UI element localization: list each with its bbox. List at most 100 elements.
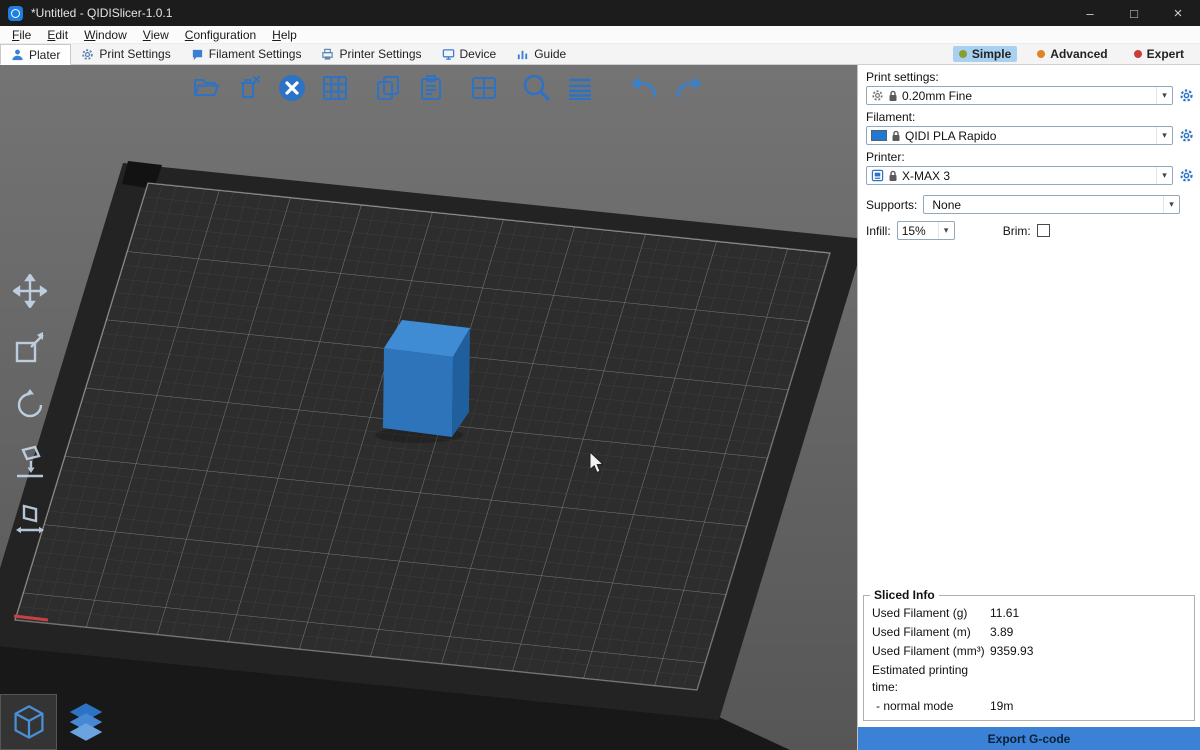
chevron-down-icon: ▾ [1163,196,1179,213]
sliced-info-row: Used Filament (mm³) 9359.93 [864,642,1194,661]
measure-tool-button[interactable] [8,497,52,541]
chevron-down-icon: ▾ [1156,87,1172,104]
filament-combo[interactable]: QIDI PLA Rapido ▾ [866,126,1173,145]
model-cube[interactable] [383,320,470,437]
edit-print-settings-button[interactable] [1179,88,1194,103]
plater-toolbar [188,70,706,106]
tab-device-label: Device [460,47,497,61]
printer-label: Printer: [866,150,1192,164]
supports-combo[interactable]: None ▾ [923,195,1180,214]
sliced-info-row: Used Filament (m) 3.89 [864,623,1194,642]
delete-icon [235,74,263,102]
split-icon [470,74,498,102]
delete-all-icon [277,73,307,103]
guide-bars-icon [516,48,529,61]
tab-bar: Plater Print Settings Filament Settings … [0,44,1200,65]
menu-view[interactable]: View [135,26,177,43]
printer-combo[interactable]: X-MAX 3 ▾ [866,166,1173,185]
infill-combo[interactable]: 15% ▾ [897,221,955,240]
gear-icon [81,48,94,61]
editor-view-icon [11,703,47,741]
brim-label: Brim: [1003,224,1031,238]
print-settings-combo[interactable]: 0.20mm Fine ▾ [866,86,1173,105]
lock-icon [891,130,901,142]
close-button[interactable]: × [1156,0,1200,26]
plater-person-icon [11,48,24,61]
print-settings-label: Print settings: [866,70,1192,84]
tab-print-settings-label: Print Settings [99,47,170,61]
mode-expert[interactable]: Expert [1128,46,1190,62]
app-logo-icon [8,6,23,21]
brim-checkbox[interactable] [1037,224,1050,237]
editor-view-button[interactable] [0,694,57,750]
tab-print-settings[interactable]: Print Settings [71,44,180,64]
view-switch [0,694,114,750]
settings-sidebar: Print settings: 0.20mm Fine ▾ Filament: … [857,65,1200,750]
filament-color-swatch [871,130,887,141]
delete-all-button[interactable] [274,70,310,106]
arrange-button[interactable] [317,70,353,106]
mode-simple-label: Simple [972,47,1011,61]
maximize-button[interactable]: □ [1112,0,1156,26]
simple-mode-dot-icon [959,50,967,58]
edit-filament-button[interactable] [1179,128,1194,143]
tab-device[interactable]: Device [432,44,507,64]
undo-button[interactable] [627,70,663,106]
filament-value: QIDI PLA Rapido [905,129,1152,143]
filament-bubble-icon [191,48,204,61]
open-icon [192,74,220,102]
filament-label: Filament: [866,110,1192,124]
used-filament-mm3-value: 9359.93 [990,643,1194,660]
menu-configuration[interactable]: Configuration [177,26,264,43]
tab-guide[interactable]: Guide [506,44,576,64]
delete-button[interactable] [231,70,267,106]
menu-help[interactable]: Help [264,26,305,43]
menu-window[interactable]: Window [76,26,135,43]
tab-plater[interactable]: Plater [0,44,71,65]
tab-printer-settings-label: Printer Settings [339,47,421,61]
viewport-3d[interactable] [0,65,857,750]
paste-button[interactable] [413,70,449,106]
paste-icon [417,74,445,102]
chevron-down-icon: ▾ [938,222,954,239]
copy-button[interactable] [370,70,406,106]
lock-icon [888,170,898,182]
gear-icon [1179,168,1194,183]
expert-mode-dot-icon [1134,50,1142,58]
place-on-face-tool-button[interactable] [8,440,52,484]
printer-icon [871,169,884,182]
gear-icon [1179,88,1194,103]
mode-advanced[interactable]: Advanced [1031,46,1113,62]
used-filament-g-value: 11.61 [990,605,1194,622]
preview-view-button[interactable] [57,694,114,750]
edit-printer-button[interactable] [1179,168,1194,183]
normal-mode-value: 19m [990,698,1194,715]
menu-file[interactable]: File [4,26,39,43]
minimize-button[interactable]: – [1068,0,1112,26]
variable-layer-height-button[interactable] [562,70,598,106]
mode-expert-label: Expert [1147,47,1184,61]
gear-icon [871,89,884,102]
open-file-button[interactable] [188,70,224,106]
split-button[interactable] [466,70,502,106]
menu-edit[interactable]: Edit [39,26,76,43]
used-filament-mm3-label: Used Filament (mm³) [872,643,990,660]
tab-printer-settings[interactable]: Printer Settings [311,44,431,64]
undo-icon [628,73,662,103]
tab-filament-settings[interactable]: Filament Settings [181,44,312,64]
qidislicer-window: *Untitled - QIDISlicer-1.0.1 – □ × File … [0,0,1200,750]
menu-bar: File Edit Window View Configuration Help [0,26,1200,44]
window-title: *Untitled - QIDISlicer-1.0.1 [31,6,1068,20]
estimated-time-label: Estimated printing time: [872,662,990,696]
move-tool-button[interactable] [8,269,52,313]
used-filament-g-label: Used Filament (g) [872,605,990,622]
redo-button[interactable] [670,70,706,106]
mode-simple[interactable]: Simple [953,46,1017,62]
export-gcode-button[interactable]: Export G-code [858,727,1200,750]
chevron-down-icon: ▾ [1156,127,1172,144]
gizmo-toolbar [8,269,52,541]
print-settings-value: 0.20mm Fine [902,89,1152,103]
search-button[interactable] [519,70,555,106]
rotate-tool-button[interactable] [8,383,52,427]
scale-tool-button[interactable] [8,326,52,370]
